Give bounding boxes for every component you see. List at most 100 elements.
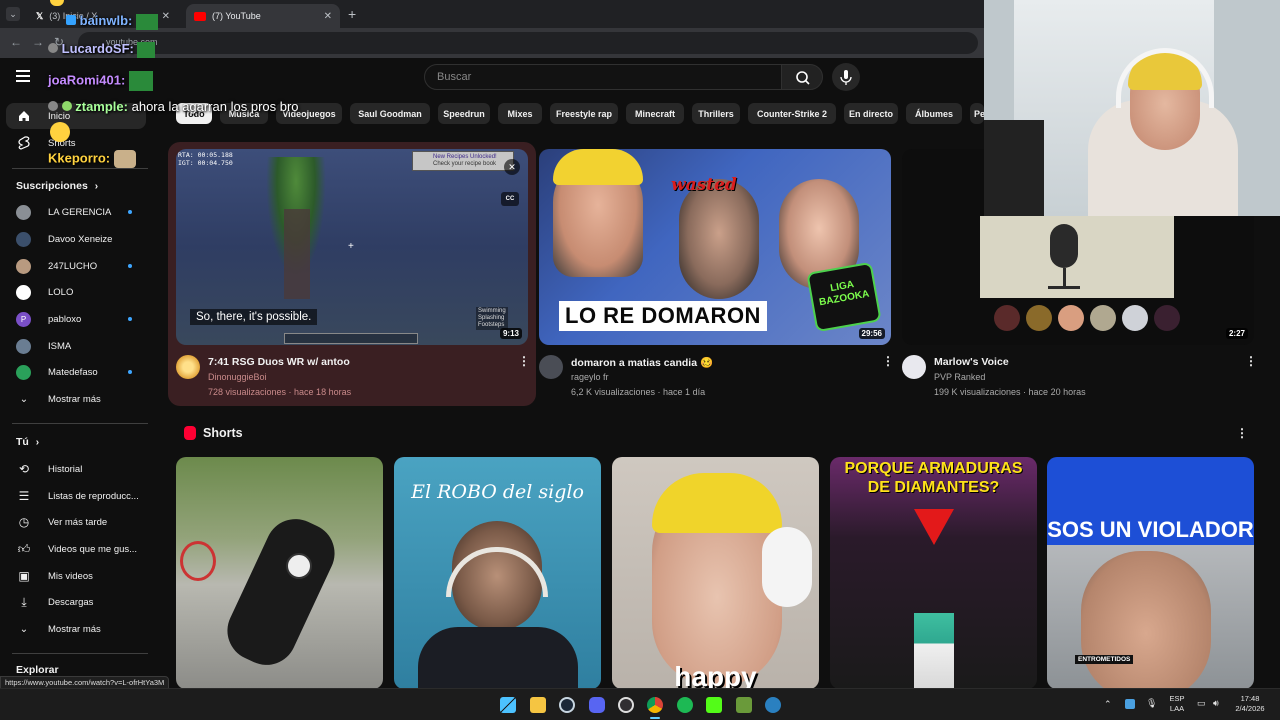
sidebar-item-label: Listas de reproducc... — [48, 490, 139, 502]
language-indicator[interactable]: ESP LAA — [1166, 694, 1188, 714]
windows-start-icon[interactable] — [500, 697, 516, 713]
sidebar-item-subscription[interactable]: P pabloxo — [0, 306, 158, 332]
obs-icon[interactable] — [618, 697, 634, 713]
volume-icon[interactable]: 🔊︎ — [1213, 698, 1219, 708]
hotbar — [284, 333, 418, 344]
sidebar-item-playlists[interactable]: ☰ Listas de reproducc... — [0, 483, 158, 509]
avatar — [1090, 305, 1116, 331]
address-field[interactable]: youtube.com — [78, 32, 978, 54]
file-explorer-icon[interactable] — [530, 697, 546, 713]
short-thumbnail[interactable]: El ROBO del siglo — [394, 457, 601, 689]
sidebar-item-my-videos[interactable]: ▣ Mis videos — [0, 563, 158, 589]
back-icon[interactable]: ← — [10, 35, 22, 49]
yellow-beanie-shape — [652, 473, 782, 533]
minecraft-player-shape — [914, 613, 954, 689]
sidebar-item-subscription[interactable]: LA GERENCIA — [0, 199, 158, 225]
short-thumbnail[interactable]: SOS UN VIOLADOR ENTROMETIDOS — [1047, 457, 1254, 689]
channel-name[interactable]: rageylo fr — [571, 372, 609, 382]
sidebar-item-liked[interactable]: 👍︎ Videos que me gus... — [0, 536, 158, 562]
bike-shape — [180, 541, 216, 581]
sidebar-item-label: 247LUCHO — [48, 260, 98, 272]
mic-base-shape — [1048, 286, 1080, 289]
more-options-icon[interactable]: ⋮ — [1245, 354, 1257, 368]
search-button[interactable] — [781, 64, 823, 90]
video-thumbnail[interactable]: RTA: 00:05.188 IGT: 00:04.750 New Recipe… — [176, 149, 528, 345]
captions-button[interactable]: CC — [501, 192, 519, 206]
youtube-logo-icon — [194, 11, 206, 21]
sidebar-item-subscription[interactable]: Davoo Xeneize — [0, 226, 158, 252]
chip[interactable]: Álbumes — [906, 103, 962, 124]
active-app-indicator — [650, 717, 660, 719]
video-meta: 199 K visualizaciones · hace 20 horas — [934, 387, 1086, 397]
chip[interactable]: Counter-Strike 2 — [748, 103, 836, 124]
chip[interactable]: En directo — [844, 103, 898, 124]
voice-search-button[interactable] — [832, 63, 860, 91]
menu-icon[interactable] — [16, 70, 30, 82]
chat-text: ahora la agarran los pros bro — [131, 99, 299, 114]
close-icon[interactable]: ✕ — [162, 11, 170, 22]
discord-icon[interactable] — [589, 697, 605, 713]
sidebar-item-downloads[interactable]: ⤓ Descargas — [0, 589, 158, 615]
sidebar-item-history[interactable]: ⟲ Historial — [0, 456, 158, 482]
more-options-icon[interactable]: ⋮ — [518, 354, 530, 368]
sidebar-item-watch-later[interactable]: ◷ Ver más tarde — [0, 509, 158, 535]
chevron-up-icon[interactable]: ⌃ — [1104, 699, 1112, 709]
channel-name[interactable]: DinonuggieBoi — [208, 372, 267, 382]
search-input[interactable]: Buscar — [424, 64, 782, 90]
chip[interactable]: Minecraft — [626, 103, 684, 124]
chip[interactable]: Saul Goodman — [350, 103, 430, 124]
kick-icon[interactable] — [706, 697, 722, 713]
more-options-icon[interactable]: ⋮ — [882, 354, 894, 368]
sidebar-show-more[interactable]: ⌄ Mostrar más — [0, 616, 158, 642]
video-title[interactable]: 7:41 RSG Duos WR w/ antoo — [208, 356, 350, 368]
tab-youtube[interactable]: (7) YouTube ✕ — [186, 4, 340, 28]
avatar — [16, 284, 31, 300]
explore-heading: Explorar — [16, 664, 59, 676]
chip[interactable]: Speedrun — [438, 103, 490, 124]
video-title[interactable]: Marlow's Voice — [934, 356, 1009, 368]
close-icon[interactable]: ✕ — [324, 11, 332, 22]
short-thumbnail[interactable]: PORQUE ARMADURAS DE DIAMANTES? — [830, 457, 1037, 689]
new-tab-button[interactable]: + — [348, 6, 356, 22]
sidebar-item-subscription[interactable]: Matedefaso — [0, 359, 158, 385]
person-shape — [217, 509, 345, 675]
sidebar-show-more[interactable]: ⌄ Mostrar más — [0, 386, 158, 412]
video-title[interactable]: domaron a matias candia 🥴 — [571, 356, 713, 369]
short-thumbnail[interactable]: happy — [612, 457, 819, 689]
minecraft-icon[interactable] — [736, 697, 752, 713]
short-thumbnail[interactable] — [176, 457, 383, 689]
channel-avatar[interactable] — [176, 355, 200, 379]
microphone-icon[interactable]: 🎙︎ — [1146, 698, 1157, 708]
clock[interactable]: 17:48 2/4/2026 — [1230, 694, 1270, 714]
channel-avatar[interactable] — [539, 355, 563, 379]
spotify-icon[interactable] — [677, 697, 693, 713]
more-options-icon[interactable]: ⋮ — [1236, 426, 1248, 440]
chip[interactable]: Pe — [970, 103, 984, 124]
close-icon[interactable]: ✕ — [504, 159, 520, 175]
forward-icon[interactable]: → — [32, 35, 44, 49]
sidebar-item-subscription[interactable]: ISMA — [0, 333, 158, 359]
channel-avatar[interactable] — [902, 355, 926, 379]
chrome-icon[interactable] — [647, 697, 663, 713]
divider — [12, 423, 148, 424]
steam-icon[interactable] — [559, 697, 575, 713]
new-content-dot — [128, 210, 132, 214]
sidebar-item-subscription[interactable]: 247LUCHO — [0, 253, 158, 279]
chip[interactable]: Mixes — [498, 103, 542, 124]
subscriptions-heading[interactable]: Suscripciones › — [16, 180, 98, 192]
app-icon[interactable] — [765, 697, 781, 713]
sidebar-item-subscription[interactable]: LOLO — [0, 279, 158, 305]
tab-list-icon[interactable]: ⌄ — [6, 7, 20, 21]
chevron-down-icon: ⌄ — [19, 393, 29, 405]
ball-shape — [286, 553, 312, 579]
chat-message: ztample: ahora la agarran los pros bro — [48, 99, 299, 114]
video-caption: So, there, it's possible. — [190, 309, 318, 325]
chip[interactable]: Thrillers — [692, 103, 740, 124]
you-heading[interactable]: Tú › — [16, 436, 39, 448]
defender-icon[interactable] — [1125, 699, 1135, 709]
video-thumbnail[interactable]: wasted LIGA BAZOOKA LO RE DOMARON 29:56 — [539, 149, 891, 345]
display-icon[interactable]: ▭ — [1197, 698, 1206, 708]
avatar — [994, 305, 1020, 331]
channel-name[interactable]: PVP Ranked — [934, 372, 985, 382]
chip[interactable]: Freestyle rap — [550, 103, 618, 124]
